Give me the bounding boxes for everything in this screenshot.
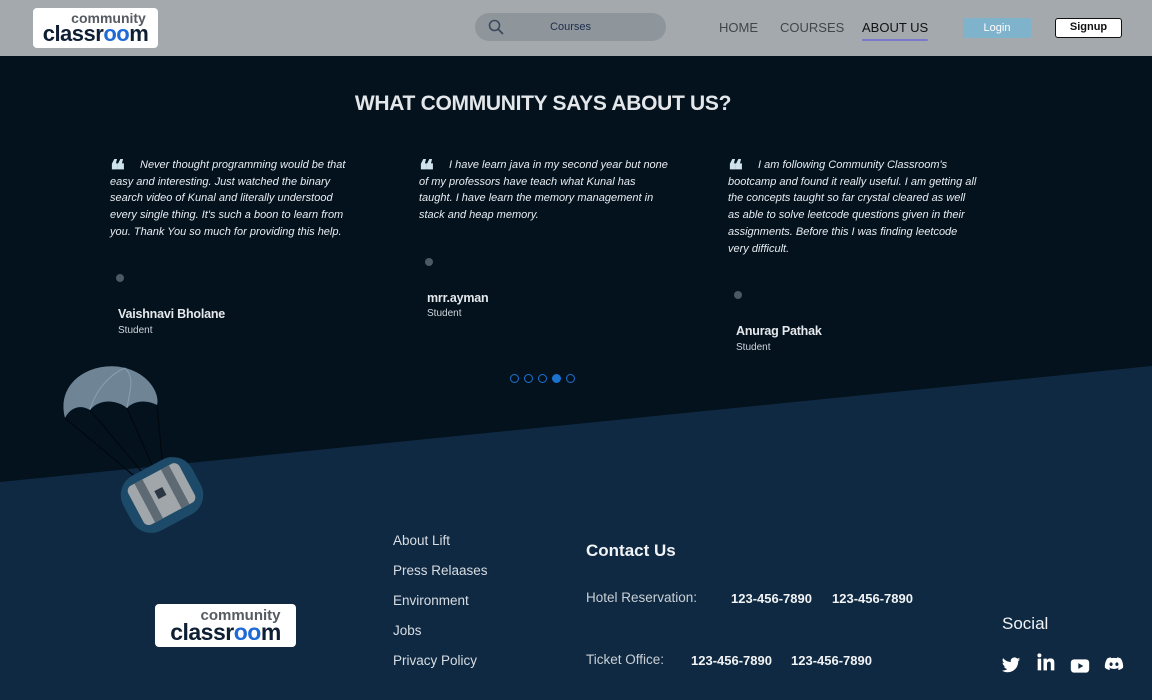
hotel-phone-number[interactable]: 123-456-7890 xyxy=(731,591,812,606)
linkedin-icon[interactable] xyxy=(1036,652,1056,672)
testimonial-card: ❝ I have learn java in my second year bu… xyxy=(419,154,669,320)
avatar xyxy=(734,291,742,299)
youtube-icon[interactable] xyxy=(1070,656,1090,676)
carousel-dot[interactable] xyxy=(524,374,533,383)
testimonial-name: mrr.ayman xyxy=(427,291,489,305)
ticket-phone-number[interactable]: 123-456-7890 xyxy=(791,653,872,668)
parachute-illustration xyxy=(63,366,204,533)
footer-link-jobs[interactable]: Jobs xyxy=(393,623,422,638)
discord-icon[interactable] xyxy=(1104,654,1124,674)
avatar xyxy=(425,258,433,266)
carousel-pagination xyxy=(510,374,575,383)
hotel-reservation-label: Hotel Reservation: xyxy=(586,590,698,605)
testimonial-card: ❝ I am following Community Classroom's b… xyxy=(728,154,978,354)
quote-icon: ❝ xyxy=(728,154,744,187)
carousel-dot[interactable] xyxy=(566,374,575,383)
quote-icon: ❝ xyxy=(419,154,435,187)
footer-link-privacy-policy[interactable]: Privacy Policy xyxy=(393,653,477,668)
ticket-phone-number[interactable]: 123-456-7890 xyxy=(691,653,772,668)
quote-icon: ❝ xyxy=(110,154,126,187)
testimonial-role: Student xyxy=(427,308,462,319)
testimonial-quote: Never thought programming would be that … xyxy=(110,159,346,238)
contact-us-heading: Contact Us xyxy=(586,541,676,560)
footer-link-environment[interactable]: Environment xyxy=(393,593,469,608)
testimonial-quote: I am following Community Classroom's boo… xyxy=(728,159,977,255)
carousel-dot-active[interactable] xyxy=(552,374,561,383)
footer-link-about-lift[interactable]: About Lift xyxy=(393,533,450,548)
testimonial-name: Anurag Pathak xyxy=(736,324,822,338)
carousel-dot[interactable] xyxy=(538,374,547,383)
ticket-office-label: Ticket Office: xyxy=(586,652,665,667)
testimonial-role: Student xyxy=(736,342,771,353)
testimonials-title: WHAT COMMUNITY SAYS ABOUT US? xyxy=(354,92,732,115)
twitter-icon[interactable] xyxy=(1001,655,1021,675)
hotel-phone-number[interactable]: 123-456-7890 xyxy=(832,591,913,606)
testimonial-quote: I have learn java in my second year but … xyxy=(419,159,668,222)
logo-bottom-text: classroom xyxy=(170,618,281,645)
social-heading: Social xyxy=(1002,614,1049,633)
testimonial-name: Vaishnavi Bholane xyxy=(118,307,226,321)
testimonial-card: ❝ Never thought programming would be tha… xyxy=(110,154,360,337)
testimonial-role: Student xyxy=(118,325,153,336)
avatar xyxy=(116,274,124,282)
footer-logo[interactable]: community classroom xyxy=(155,604,296,647)
footer-link-press-releases[interactable]: Press Relaases xyxy=(393,563,488,578)
carousel-dot[interactable] xyxy=(510,374,519,383)
